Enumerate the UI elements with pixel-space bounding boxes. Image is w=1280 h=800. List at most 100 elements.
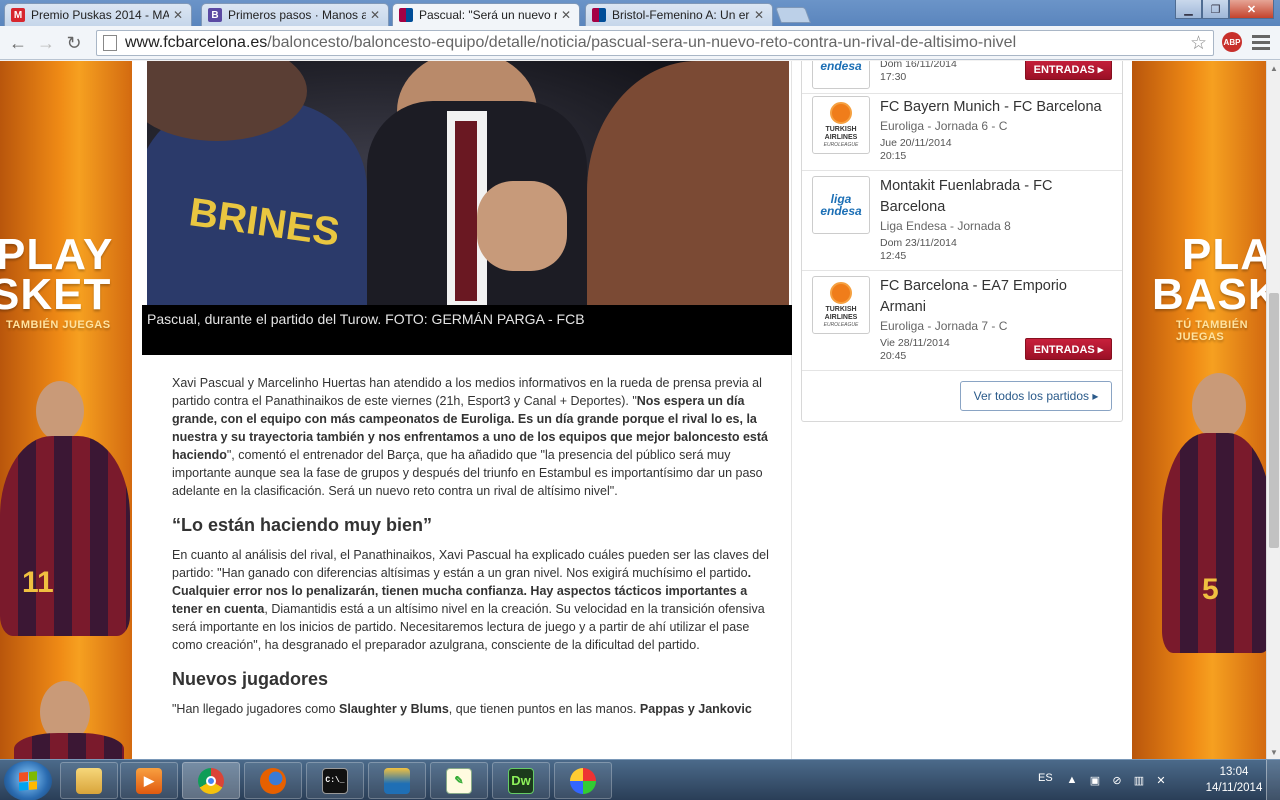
- url-domain: www.fcbarcelona.es: [125, 34, 268, 51]
- article-paragraph: Xavi Pascual y Marcelinho Huertas han at…: [172, 376, 768, 498]
- start-button[interactable]: [4, 761, 52, 800]
- clock-time: 13:04: [1219, 766, 1249, 778]
- match-competition: Euroliga - Jornada 6 - C: [880, 119, 1008, 133]
- player-photo: [14, 733, 124, 759]
- tab-close-icon[interactable]: ✕: [173, 8, 183, 22]
- article-subheading: Nuevos jugadores: [172, 669, 329, 689]
- taskbar-paint[interactable]: [554, 762, 612, 799]
- main-content: BRINES Pascual, durante el partido del T…: [132, 61, 1132, 759]
- window-controls: ▁ ❐ ✕: [1175, 0, 1274, 19]
- page-scrollbar[interactable]: ▲ ▼: [1266, 61, 1280, 759]
- liga-endesa-logo-icon: liga endesa: [812, 176, 870, 234]
- dreamweaver-icon: Dw: [508, 767, 534, 794]
- taskbar-firefox[interactable]: [244, 762, 302, 799]
- tab-title: Pascual: "Será un nuevo re: [419, 8, 557, 22]
- taskbar-notepad[interactable]: ✎: [430, 762, 488, 799]
- marca-favicon-icon: M: [11, 8, 25, 22]
- maximize-button[interactable]: ❐: [1202, 0, 1229, 19]
- show-desktop-button[interactable]: [1266, 760, 1280, 800]
- match-time: 20:45: [880, 350, 907, 362]
- match-item[interactable]: TURKISH AIRLINES EUROLEAGUE FC Barcelona…: [802, 271, 1122, 371]
- promo-subtitle: BASKET: [1152, 270, 1266, 319]
- system-clock[interactable]: 13:04 14/11/2014: [1196, 764, 1272, 796]
- match-item[interactable]: liga endesa Montakit Fuenlabrada - FC Ba…: [802, 171, 1122, 271]
- tab-strip: M Premio Puskas 2014 - MAI ✕ B Primeros …: [0, 0, 1280, 26]
- windows-logo-icon: [19, 771, 37, 791]
- article-body: Xavi Pascual y Marcelinho Huertas han at…: [172, 374, 780, 734]
- tickets-button[interactable]: ENTRADAS ▸: [1025, 338, 1112, 360]
- chrome-menu-icon[interactable]: [1252, 35, 1270, 53]
- network-icon[interactable]: ▥: [1132, 773, 1146, 787]
- outlook-icon: [384, 767, 410, 794]
- player-photo: [0, 436, 130, 636]
- match-date: Jue 20/11/2014: [880, 137, 952, 149]
- url-path: /baloncesto/baloncesto-equipo/detalle/no…: [267, 34, 1017, 51]
- tab-pascual[interactable]: Pascual: "Será un nuevo re ✕: [392, 3, 580, 26]
- match-date: Dom 16/11/2014: [880, 61, 957, 70]
- language-indicator[interactable]: ES: [1038, 772, 1053, 784]
- forward-arrow-icon[interactable]: →: [34, 31, 58, 55]
- tab-bristol-femenino[interactable]: Bristol-Femenino A: Un er ✕: [585, 3, 773, 26]
- article-subheading: “Lo están haciendo muy bien”: [172, 515, 433, 535]
- minimize-button[interactable]: ▁: [1175, 0, 1202, 19]
- match-item[interactable]: liga endesa Dom 16/11/2014 17:30 ENTRADA…: [802, 61, 1122, 94]
- match-date: Dom 23/11/2014: [880, 237, 957, 249]
- show-hidden-icons-icon[interactable]: ▲: [1065, 773, 1079, 787]
- windows-taskbar: ▶ C:\_ ✎ Dw ES ▲ ▣ ⊘ ▥ ✕ 13:04 14/11/201…: [0, 759, 1280, 800]
- address-bar[interactable]: www.fcbarcelona.es /baloncesto/baloncest…: [96, 30, 1214, 56]
- browser-toolbar: ← → ↻ www.fcbarcelona.es /baloncesto/bal…: [0, 26, 1280, 60]
- taskbar-media-player[interactable]: ▶: [120, 762, 178, 799]
- liga-endesa-logo-icon: liga endesa: [812, 61, 870, 89]
- volume-muted-icon[interactable]: ✕: [1154, 773, 1168, 787]
- bookmark-star-icon[interactable]: ☆: [1190, 32, 1207, 55]
- tab-primeros-pasos[interactable]: B Primeros pasos · Manos a ✕: [201, 3, 389, 26]
- jersey-number: 5: [1202, 573, 1219, 606]
- match-time: 20:15: [880, 150, 907, 162]
- new-tab-button[interactable]: [775, 7, 811, 23]
- antivirus-icon[interactable]: ⊘: [1110, 773, 1124, 787]
- folder-icon: [76, 767, 102, 794]
- scrollbar-thumb[interactable]: [1269, 293, 1279, 548]
- match-title[interactable]: FC Barcelona - EA7 Emporio Armani: [880, 276, 1116, 318]
- match-title[interactable]: Montakit Fuenlabrada - FC Barcelona: [880, 176, 1116, 218]
- back-arrow-icon[interactable]: ←: [6, 31, 30, 55]
- tab-premio-puskas[interactable]: M Premio Puskas 2014 - MAI ✕: [4, 3, 192, 26]
- photo-caption: Pascual, durante el partido del Turow. F…: [142, 305, 792, 355]
- article-column: BRINES Pascual, durante el partido del T…: [142, 61, 792, 759]
- player-photo: [1162, 433, 1266, 653]
- tab-title: Premio Puskas 2014 - MAI: [31, 8, 169, 22]
- device-icon[interactable]: ▣: [1088, 773, 1102, 787]
- paint-icon: [570, 767, 596, 794]
- reload-icon[interactable]: ↻: [62, 31, 86, 55]
- fcb-favicon-icon: [399, 8, 413, 22]
- close-window-button[interactable]: ✕: [1229, 0, 1274, 19]
- promo-banner-left[interactable]: PLAY SKET TAMBIÉN JUEGAS 11: [0, 61, 132, 759]
- tab-close-icon[interactable]: ✕: [561, 8, 571, 22]
- scroll-down-icon[interactable]: ▼: [1267, 745, 1280, 759]
- tab-close-icon[interactable]: ✕: [370, 8, 380, 22]
- taskbar-outlook[interactable]: [368, 762, 426, 799]
- cmd-icon: C:\_: [322, 767, 348, 794]
- match-time: 17:30: [880, 71, 907, 83]
- promo-banner-right[interactable]: PLAY BASKET TÚ TAMBIÉN JUEGAS 5: [1132, 61, 1266, 759]
- fcb-favicon-icon: [592, 8, 606, 22]
- match-time: 12:45: [880, 250, 907, 262]
- page-icon: [103, 35, 117, 51]
- taskbar-chrome[interactable]: [182, 762, 240, 799]
- taskbar-explorer[interactable]: [60, 762, 118, 799]
- match-title[interactable]: FC Bayern Munich - FC Barcelona: [880, 97, 1116, 118]
- euroleague-logo-icon: TURKISH AIRLINES EUROLEAGUE: [812, 276, 870, 334]
- promo-tagline: TAMBIÉN JUEGAS: [6, 319, 111, 331]
- clock-date: 14/11/2014: [1205, 782, 1263, 794]
- tickets-button[interactable]: ENTRADAS ▸: [1025, 61, 1112, 80]
- scroll-up-icon[interactable]: ▲: [1267, 61, 1280, 75]
- taskbar-cmd[interactable]: C:\_: [306, 762, 364, 799]
- tab-title: Primeros pasos · Manos a: [228, 8, 366, 22]
- see-all-matches-button[interactable]: Ver todos los partidos ▸: [960, 381, 1112, 411]
- taskbar-dreamweaver[interactable]: Dw: [492, 762, 550, 799]
- match-item[interactable]: TURKISH AIRLINES EUROLEAGUE FC Bayern Mu…: [802, 94, 1122, 171]
- media-player-icon: ▶: [136, 767, 162, 794]
- firefox-icon: [260, 767, 286, 794]
- tab-close-icon[interactable]: ✕: [754, 8, 764, 22]
- adblock-icon[interactable]: ABP: [1222, 32, 1242, 52]
